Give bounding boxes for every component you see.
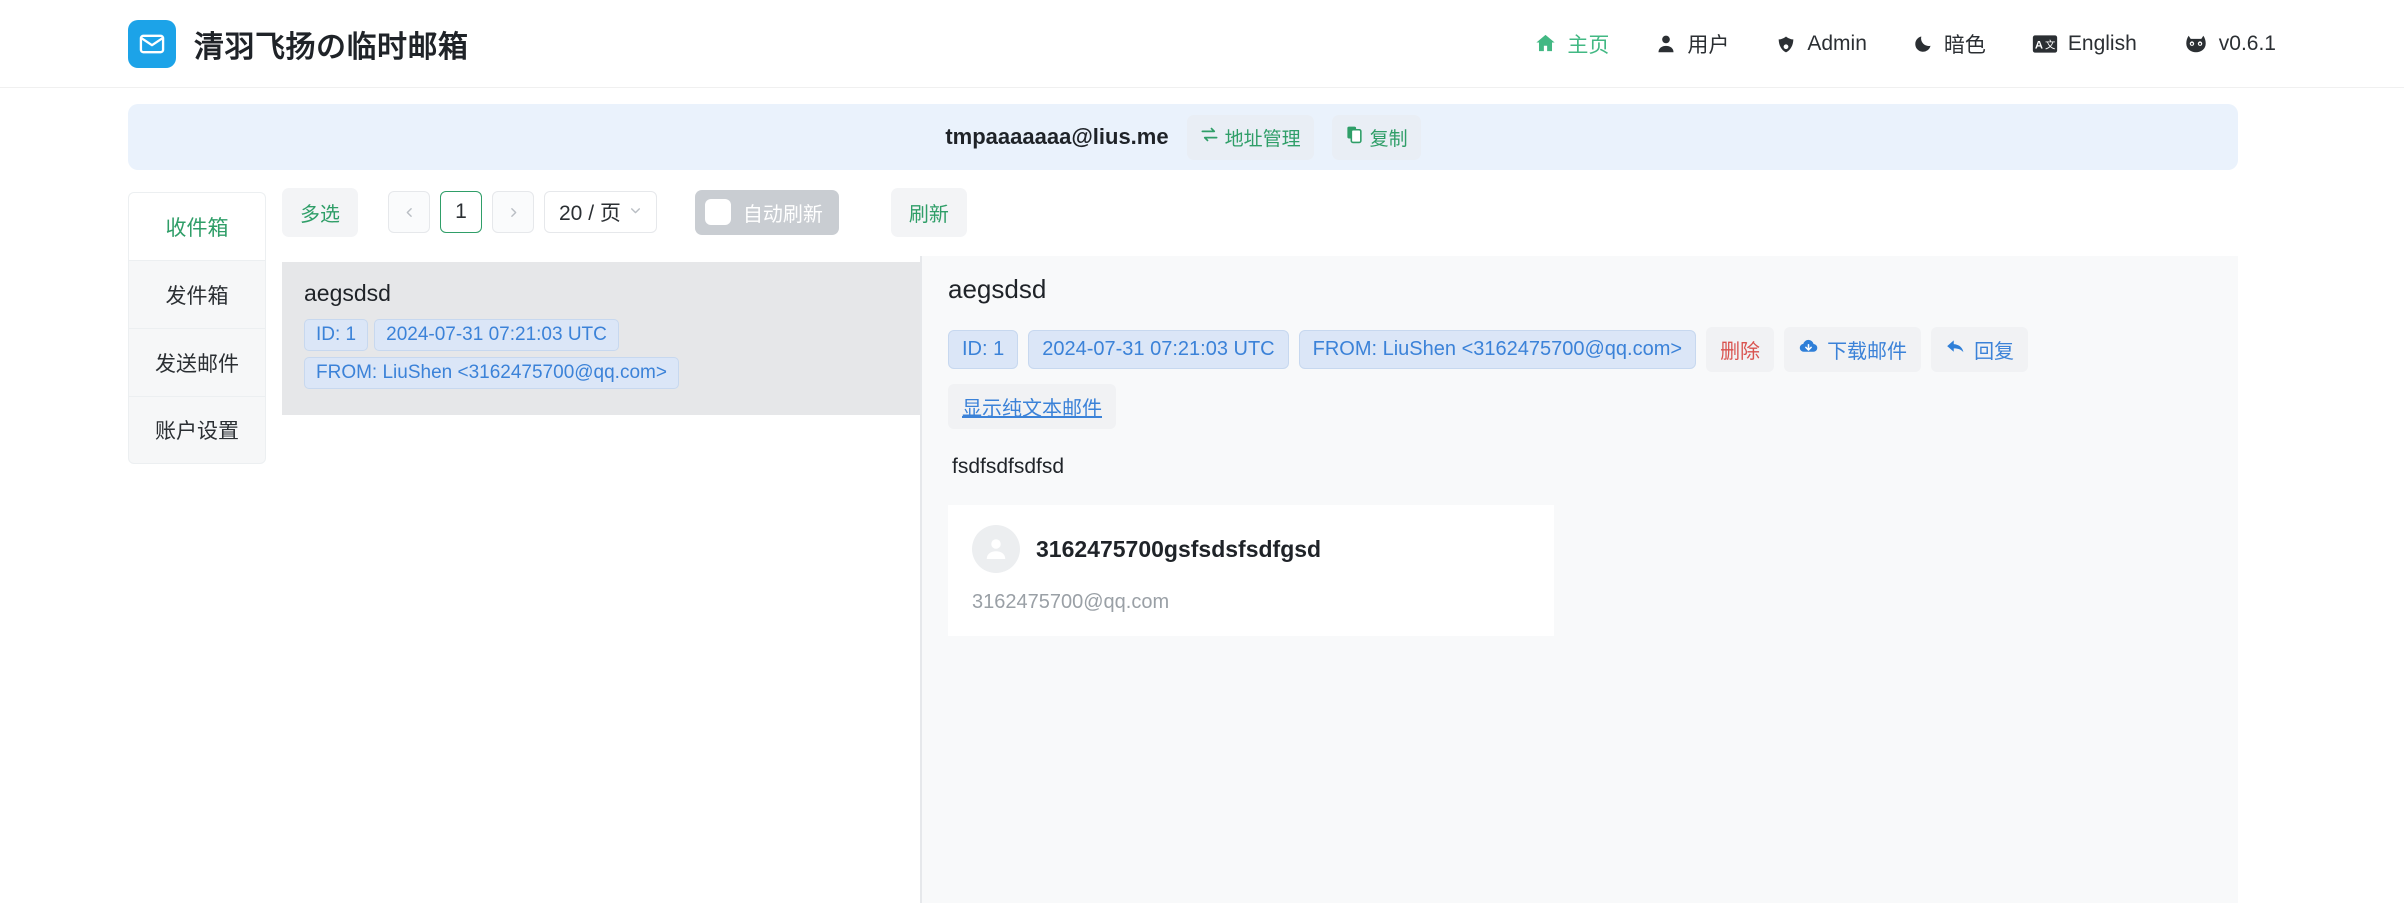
reply-button[interactable]: 回复 bbox=[1931, 327, 2028, 372]
refresh-button[interactable]: 刷新 bbox=[891, 188, 967, 237]
panes: aegsdsd ID: 1 2024-07-31 07:21:03 UTC FR… bbox=[266, 256, 2238, 903]
nav-label-user: 用户 bbox=[1687, 29, 1729, 59]
reply-arrow-icon bbox=[1945, 336, 1966, 363]
list-item-date-tag: 2024-07-31 07:21:03 UTC bbox=[374, 319, 619, 351]
envelope-icon bbox=[128, 20, 176, 68]
show-plaintext-button[interactable]: 显示纯文本邮件 bbox=[948, 384, 1116, 429]
detail-from-tag: FROM: LiuShen <3162475700@qq.com> bbox=[1299, 330, 1696, 369]
sidebar-label-outbox: 发件箱 bbox=[166, 280, 229, 310]
sidebar-item-inbox[interactable]: 收件箱 bbox=[128, 192, 266, 260]
nav-item-admin[interactable]: Admin bbox=[1775, 32, 1867, 56]
list-item-from-tag: FROM: LiuShen <3162475700@qq.com> bbox=[304, 357, 679, 389]
autorefresh-checkbox[interactable] bbox=[705, 199, 731, 225]
download-mail-label: 下载邮件 bbox=[1827, 335, 1907, 364]
detail-date-tag: 2024-07-31 07:21:03 UTC bbox=[1028, 330, 1288, 369]
right-column: 多选 1 20 / 页 自动刷新 bbox=[266, 186, 2238, 903]
page-number-1[interactable]: 1 bbox=[440, 191, 482, 233]
nav-label-theme: 暗色 bbox=[1944, 29, 1986, 59]
list-item-id-tag: ID: 1 bbox=[304, 319, 368, 351]
swap-icon bbox=[1200, 125, 1219, 150]
user-icon bbox=[1655, 33, 1677, 55]
main-nav: 主页 用户 Admin 暗色 A 文 bbox=[1534, 29, 2276, 59]
contact-email: 3162475700@qq.com bbox=[972, 591, 1530, 614]
address-manage-label: 地址管理 bbox=[1225, 124, 1301, 151]
brand[interactable]: 清羽飞扬の临时邮箱 bbox=[128, 20, 469, 68]
svg-text:文: 文 bbox=[2045, 38, 2056, 51]
contact-name: 3162475700gsfsdsfsdfgsd bbox=[1036, 536, 1321, 563]
nav-item-home[interactable]: 主页 bbox=[1534, 29, 1609, 59]
person-avatar-icon bbox=[972, 525, 1020, 573]
pagination: 1 20 / 页 bbox=[388, 191, 657, 233]
nav-item-theme[interactable]: 暗色 bbox=[1913, 29, 1986, 59]
svg-text:A: A bbox=[2035, 39, 2043, 51]
autorefresh-toggle[interactable]: 自动刷新 bbox=[695, 190, 839, 235]
sidebar-label-account-settings: 账户设置 bbox=[155, 415, 239, 445]
chevron-down-icon bbox=[629, 204, 642, 221]
home-icon bbox=[1534, 32, 1557, 55]
page-title: 清羽飞扬の临时邮箱 bbox=[194, 22, 469, 66]
list-item-from-row: FROM: LiuShen <3162475700@qq.com> bbox=[304, 357, 898, 389]
list-item-subject: aegsdsd bbox=[304, 280, 898, 307]
nav-item-language[interactable]: A 文 English bbox=[2032, 32, 2137, 56]
translate-icon: A 文 bbox=[2032, 34, 2058, 54]
list-toolbar: 多选 1 20 / 页 自动刷新 bbox=[266, 186, 2238, 256]
admin-shield-icon bbox=[1775, 33, 1797, 55]
contact-card-row: 3162475700gsfsdsfsdfgsd bbox=[972, 525, 1530, 573]
copy-icon bbox=[1345, 125, 1364, 150]
mail-detail: aegsdsd ID: 1 2024-07-31 07:21:03 UTC FR… bbox=[922, 256, 2238, 903]
detail-id-tag: ID: 1 bbox=[948, 330, 1018, 369]
email-address-bar: tmpaaaaaaa@lius.me 地址管理 复制 bbox=[128, 104, 2238, 170]
sidebar-label-send-mail: 发送邮件 bbox=[155, 348, 239, 378]
multiselect-button[interactable]: 多选 bbox=[282, 188, 358, 237]
sidebar-item-outbox[interactable]: 发件箱 bbox=[128, 260, 266, 328]
mail-list: aegsdsd ID: 1 2024-07-31 07:21:03 UTC FR… bbox=[266, 256, 922, 903]
autorefresh-label: 自动刷新 bbox=[743, 198, 823, 227]
sidebar-label-inbox: 收件箱 bbox=[166, 212, 229, 242]
detail-subject: aegsdsd bbox=[948, 274, 2238, 305]
mail-body-text: fsdfsdfsdfsd bbox=[952, 455, 2238, 479]
nav-label-admin: Admin bbox=[1807, 32, 1867, 56]
page-size-select[interactable]: 20 / 页 bbox=[544, 191, 657, 233]
nav-item-version[interactable]: v0.6.1 bbox=[2183, 32, 2276, 56]
sidebar-item-send-mail[interactable]: 发送邮件 bbox=[128, 328, 266, 396]
body-layout: 收件箱 发件箱 发送邮件 账户设置 多选 1 20 / 页 bbox=[0, 170, 2404, 903]
list-item[interactable]: aegsdsd ID: 1 2024-07-31 07:21:03 UTC FR… bbox=[282, 262, 920, 415]
moon-icon bbox=[1913, 33, 1934, 54]
github-icon bbox=[2183, 33, 2209, 55]
sidebar: 收件箱 发件箱 发送邮件 账户设置 bbox=[128, 186, 266, 903]
address-manage-button[interactable]: 地址管理 bbox=[1187, 115, 1314, 160]
page-size-label: 20 / 页 bbox=[559, 197, 621, 227]
reply-label: 回复 bbox=[1974, 335, 2014, 364]
prev-page-button[interactable] bbox=[388, 191, 430, 233]
list-item-meta-row: ID: 1 2024-07-31 07:21:03 UTC bbox=[304, 319, 898, 351]
app-header: 清羽飞扬の临时邮箱 主页 用户 Admin 暗色 bbox=[0, 0, 2404, 88]
delete-button[interactable]: 删除 bbox=[1706, 327, 1774, 372]
nav-label-language: English bbox=[2068, 32, 2137, 56]
copy-address-button[interactable]: 复制 bbox=[1332, 115, 1421, 160]
download-mail-button[interactable]: 下载邮件 bbox=[1784, 327, 1921, 372]
current-email-address: tmpaaaaaaa@lius.me bbox=[945, 124, 1168, 150]
mailbar-wrap: tmpaaaaaaa@lius.me 地址管理 复制 bbox=[0, 88, 2404, 170]
nav-label-version: v0.6.1 bbox=[2219, 32, 2276, 56]
copy-address-label: 复制 bbox=[1370, 124, 1408, 151]
next-page-button[interactable] bbox=[492, 191, 534, 233]
contact-card: 3162475700gsfsdsfsdfgsd 3162475700@qq.co… bbox=[948, 505, 1554, 636]
detail-meta-row: ID: 1 2024-07-31 07:21:03 UTC FROM: LiuS… bbox=[948, 327, 2238, 372]
nav-item-user[interactable]: 用户 bbox=[1655, 29, 1729, 59]
nav-label-home: 主页 bbox=[1567, 29, 1609, 59]
sidebar-item-account-settings[interactable]: 账户设置 bbox=[128, 396, 266, 464]
cloud-download-icon bbox=[1798, 336, 1819, 363]
